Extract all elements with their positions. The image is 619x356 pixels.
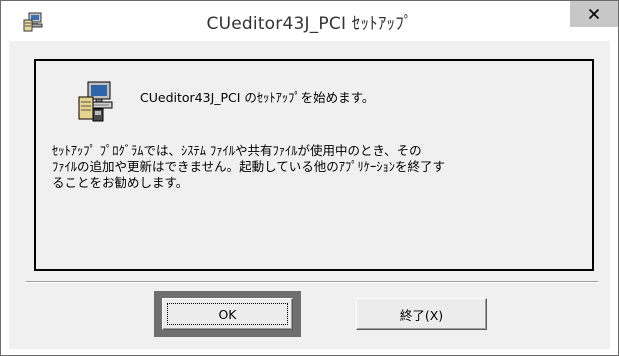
exit-button-label: 終了(X) [399,307,444,323]
close-icon [588,5,600,24]
close-button[interactable] [570,1,618,27]
exit-button[interactable]: 終了(X) [356,298,487,330]
message-line: ﾌｧｲﾙの追加や更新はできません。起動している他のｱﾌﾟﾘｹｰｼｮﾝを終了す [52,159,446,174]
message-panel: CUeditor43J_PCI のｾｯﾄｱｯﾌﾟを始めます。 ｾｯﾄｱｯﾌﾟ ﾌ… [34,59,594,271]
message-line: ることをお勧めします。 [52,175,189,190]
dialog-client-area: CUeditor43J_PCI のｾｯﾄｱｯﾌﾟを始めます。 ｾｯﾄｱｯﾌﾟ ﾌ… [9,41,610,349]
ok-button[interactable]: OK [162,298,293,330]
computer-setup-icon [76,79,116,125]
divider-highlight [26,282,598,283]
focus-rectangle [167,303,288,325]
title-bar[interactable]: CUeditor43J_PCI ｾｯﾄｱｯﾌﾟ [1,1,618,41]
message-line: ｾｯﾄｱｯﾌﾟ ﾌﾟﾛｸﾞﾗﾑでは、ｼｽﾃﾑ ﾌｧｲﾙや共有ﾌｧｲﾙが使用中のと… [52,143,422,158]
window-title: CUeditor43J_PCI ｾｯﾄｱｯﾌﾟ [206,14,413,34]
setup-headline: CUeditor43J_PCI のｾｯﾄｱｯﾌﾟを始めます。 [140,90,375,105]
setup-dialog: CUeditor43J_PCI ｾｯﾄｱｯﾌﾟ CUeditor43J_PCI … [0,0,619,356]
setup-message: ｾｯﾄｱｯﾌﾟ ﾌﾟﾛｸﾞﾗﾑでは、ｼｽﾃﾑ ﾌｧｲﾙや共有ﾌｧｲﾙが使用中のと… [52,143,572,191]
